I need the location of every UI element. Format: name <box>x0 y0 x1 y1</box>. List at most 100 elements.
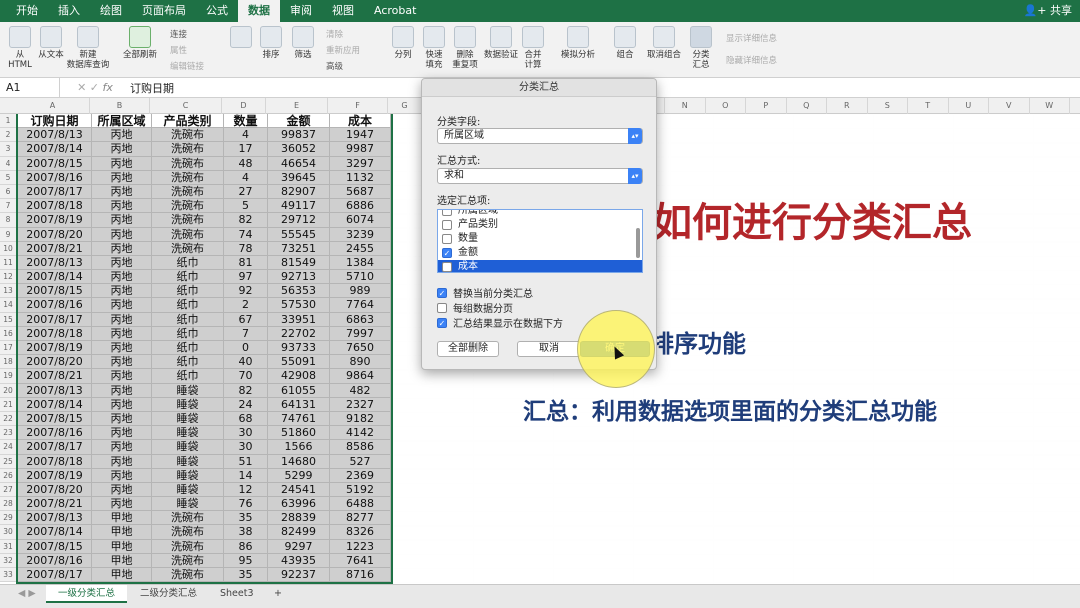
column-header[interactable]: A <box>16 98 90 114</box>
table-cell[interactable]: 48 <box>224 156 268 171</box>
column-header[interactable]: O <box>706 98 746 114</box>
table-cell[interactable]: 51 <box>224 454 268 469</box>
table-cell[interactable]: 74 <box>224 227 268 242</box>
field-select[interactable]: 所属区域 ▴▾ <box>437 128 643 144</box>
table-cell[interactable]: 55091 <box>268 355 330 370</box>
table-cell[interactable]: 5192 <box>330 482 391 498</box>
advanced-button[interactable]: 高级 <box>326 60 343 72</box>
table-cell[interactable]: 睡袋 <box>152 411 224 427</box>
ribbon-tab-2[interactable]: 绘图 <box>90 0 132 22</box>
consolidate-button[interactable]: 合并 计算 <box>522 26 544 70</box>
table-cell[interactable]: 丙地 <box>92 497 152 512</box>
checkbox-icon[interactable] <box>442 220 452 230</box>
table-cell[interactable]: 6074 <box>330 213 391 228</box>
table-cell[interactable]: 49117 <box>268 199 330 214</box>
table-cell[interactable]: 482 <box>330 383 391 398</box>
table-cell[interactable]: 甲地 <box>92 539 152 554</box>
table-cell[interactable]: 28839 <box>268 511 330 526</box>
row-header[interactable]: 21 <box>0 397 16 412</box>
table-cell[interactable]: 1132 <box>330 170 391 185</box>
row-header[interactable]: 22 <box>0 411 16 427</box>
remove-all-button[interactable]: 全部删除 <box>437 341 499 357</box>
table-cell[interactable]: 9987 <box>330 142 391 157</box>
row-header[interactable]: 28 <box>0 497 16 512</box>
table-cell[interactable]: 92237 <box>268 568 330 583</box>
table-cell[interactable]: 2007/8/14 <box>18 525 92 540</box>
table-cell[interactable]: 纸巾 <box>152 341 224 356</box>
column-header[interactable]: S <box>868 98 908 114</box>
table-cell[interactable]: 丙地 <box>92 397 152 412</box>
table-cell[interactable]: 4 <box>224 128 268 143</box>
column-header[interactable]: F <box>328 98 388 114</box>
table-cell[interactable]: 8716 <box>330 568 391 583</box>
table-cell[interactable]: 24 <box>224 397 268 412</box>
table-cell[interactable]: 74761 <box>268 411 330 427</box>
table-cell[interactable]: 甲地 <box>92 553 152 568</box>
table-cell[interactable]: 睡袋 <box>152 497 224 512</box>
table-cell[interactable]: 5687 <box>330 184 391 200</box>
row-header[interactable]: 19 <box>0 369 16 384</box>
table-cell[interactable]: 61055 <box>268 383 330 398</box>
ribbon-tab-1[interactable]: 插入 <box>48 0 90 22</box>
table-cell[interactable]: 洗碗布 <box>152 170 224 185</box>
table-header-cell[interactable]: 金额 <box>268 114 330 129</box>
table-cell[interactable]: 92 <box>224 284 268 299</box>
table-cell[interactable]: 68 <box>224 411 268 427</box>
column-header[interactable]: P <box>746 98 787 114</box>
table-cell[interactable]: 丙地 <box>92 369 152 384</box>
table-cell[interactable]: 丙地 <box>92 440 152 455</box>
table-cell[interactable]: 38 <box>224 525 268 540</box>
table-cell[interactable]: 9297 <box>268 539 330 554</box>
cancel-button[interactable]: 取消 <box>517 341 581 357</box>
table-cell[interactable]: 82499 <box>268 525 330 540</box>
table-cell[interactable]: 纸巾 <box>152 270 224 285</box>
table-cell[interactable]: 12 <box>224 482 268 498</box>
table-cell[interactable]: 甲地 <box>92 511 152 526</box>
table-cell[interactable]: 6863 <box>330 312 391 327</box>
column-header[interactable]: C <box>150 98 222 114</box>
table-cell[interactable]: 35 <box>224 511 268 526</box>
table-cell[interactable]: 24541 <box>268 482 330 498</box>
table-cell[interactable]: 丙地 <box>92 454 152 469</box>
table-header-cell[interactable]: 所属区域 <box>92 114 152 129</box>
table-cell[interactable]: 纸巾 <box>152 255 224 271</box>
table-cell[interactable]: 6488 <box>330 497 391 512</box>
table-header-cell[interactable]: 订购日期 <box>18 114 92 129</box>
table-cell[interactable]: 2007/8/21 <box>18 497 92 512</box>
table-cell[interactable]: 纸巾 <box>152 369 224 384</box>
row-header[interactable]: 11 <box>0 255 16 271</box>
replace-subtotal-checkbox[interactable]: ✓ 替换当前分类汇总 <box>437 285 533 300</box>
summary-below-checkbox[interactable]: ✓ 汇总结果显示在数据下方 <box>437 315 563 330</box>
list-item[interactable]: 所属区域 <box>438 210 642 218</box>
table-cell[interactable]: 2007/8/16 <box>18 553 92 568</box>
table-cell[interactable]: 2007/8/21 <box>18 241 92 256</box>
table-cell[interactable]: 丙地 <box>92 482 152 498</box>
table-cell[interactable]: 洗碗布 <box>152 227 224 242</box>
column-header[interactable]: T <box>908 98 949 114</box>
table-cell[interactable]: 82907 <box>268 184 330 200</box>
row-header[interactable]: 12 <box>0 270 16 285</box>
table-cell[interactable]: 睡袋 <box>152 440 224 455</box>
table-cell[interactable]: 2007/8/19 <box>18 468 92 483</box>
row-header[interactable]: 13 <box>0 284 16 299</box>
table-cell[interactable]: 2007/8/15 <box>18 156 92 171</box>
table-cell[interactable]: 8277 <box>330 511 391 526</box>
table-cell[interactable]: 2007/8/18 <box>18 326 92 341</box>
column-header[interactable]: R <box>827 98 868 114</box>
table-cell[interactable]: 丙地 <box>92 355 152 370</box>
table-cell[interactable]: 丙地 <box>92 142 152 157</box>
table-cell[interactable]: 丙地 <box>92 170 152 185</box>
table-cell[interactable]: 2007/8/15 <box>18 284 92 299</box>
table-cell[interactable]: 2007/8/14 <box>18 270 92 285</box>
table-cell[interactable]: 丙地 <box>92 383 152 398</box>
row-header[interactable]: 16 <box>0 326 16 341</box>
show-detail-button[interactable]: 显示详细信息 <box>726 32 777 44</box>
fx-icon[interactable]: ✕ ✓ fx <box>60 81 130 94</box>
checkbox-icon[interactable] <box>442 262 452 272</box>
checkbox-icon[interactable] <box>442 210 452 216</box>
reapply-button[interactable]: 重新应用 <box>326 44 360 56</box>
ribbon-tab-3[interactable]: 页面布局 <box>132 0 196 22</box>
table-cell[interactable]: 33951 <box>268 312 330 327</box>
sort-asc-button[interactable] <box>230 26 252 50</box>
name-box[interactable]: A1 <box>0 77 60 98</box>
